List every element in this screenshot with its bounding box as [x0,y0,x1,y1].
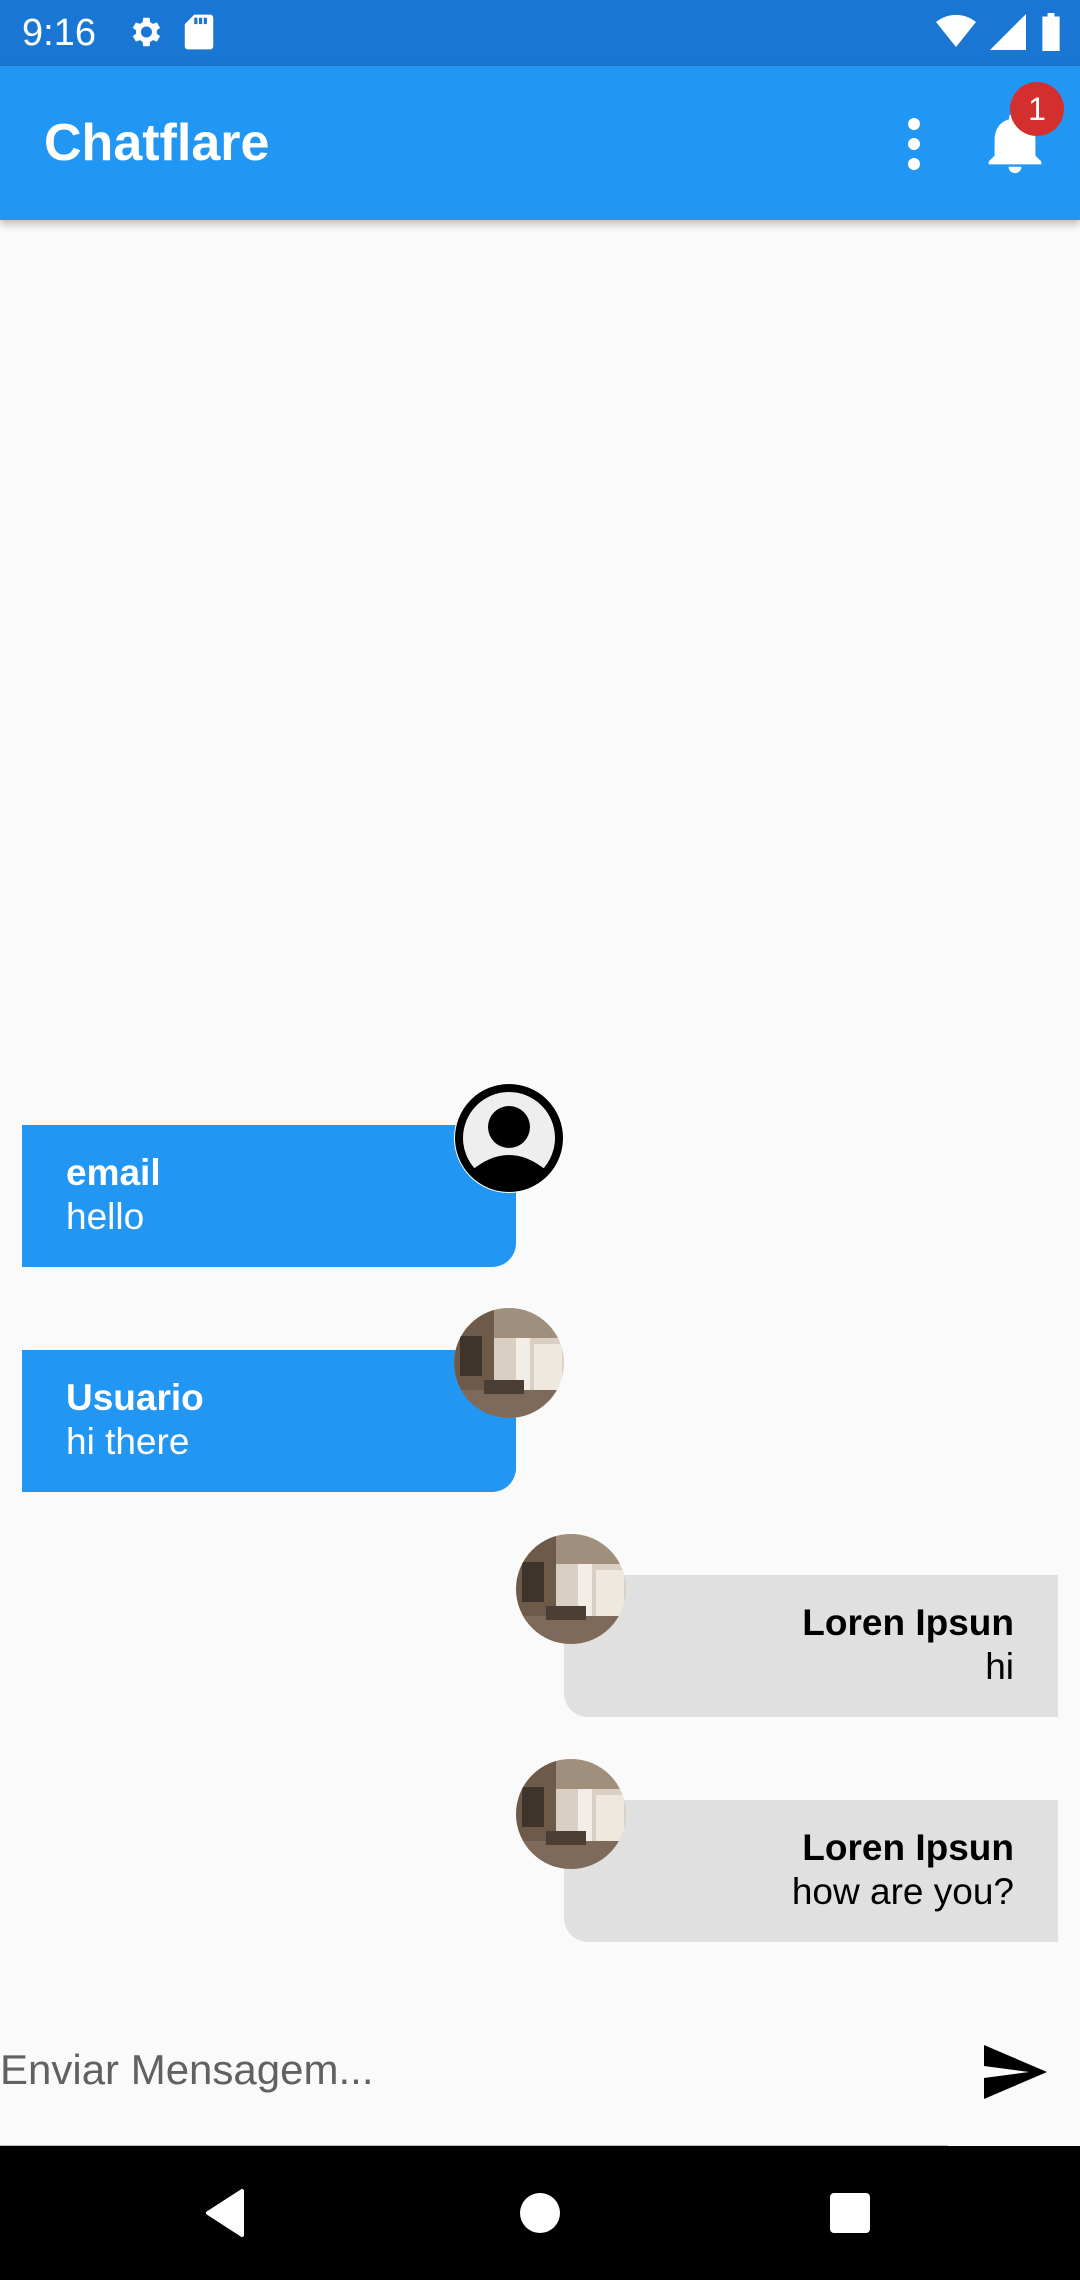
message-input[interactable] [0,2032,940,2108]
avatar[interactable] [516,1759,626,1869]
more-options-button[interactable] [892,114,936,174]
send-button[interactable] [978,2036,1050,2108]
message-sender: Usuario [66,1377,204,1418]
back-button[interactable] [196,2183,256,2243]
room-photo-icon [454,1308,564,1418]
room-photo-icon [516,1759,626,1869]
message-bubble: Loren Ipsun how are you? [564,1800,1058,1942]
wifi-icon [936,14,976,50]
home-button[interactable] [510,2183,570,2243]
room-photo-icon [516,1534,626,1644]
sd-card-icon [182,13,216,51]
recents-button[interactable] [820,2183,880,2243]
app-bar: Chatflare [0,66,1080,220]
avatar[interactable] [516,1534,626,1644]
back-triangle-icon [206,2189,244,2237]
message-sender: Loren Ipsun [802,1602,1014,1643]
send-icon [984,2045,1047,2099]
message-bubble: email hello [22,1125,516,1267]
message-composer [0,2006,1080,2147]
message-sender: email [66,1152,161,1193]
notification-badge: 1 [1010,82,1064,136]
recents-square-icon [830,2193,870,2233]
settings-icon [126,13,164,51]
avatar[interactable] [454,1308,564,1418]
message-bubble: Usuario hi there [22,1350,516,1492]
message-text: how are you? [791,1871,1014,1912]
status-time: 9:16 [22,12,96,54]
more-vert-icon [908,118,920,170]
message-text: hello [66,1196,145,1237]
app-title: Chatflare [44,114,270,172]
message-bubble: Loren Ipsun hi [564,1575,1058,1717]
message-text: hi [985,1646,1014,1687]
battery-icon [1040,13,1062,51]
default-avatar-icon [455,1084,563,1192]
message-text: hi there [66,1421,190,1462]
system-nav-bar [0,2146,1080,2280]
cell-signal-icon [990,14,1026,50]
home-circle-icon [520,2193,560,2233]
message-sender: Loren Ipsun [802,1827,1014,1868]
status-bar: 9:16 [0,0,1080,66]
avatar[interactable] [454,1083,564,1193]
